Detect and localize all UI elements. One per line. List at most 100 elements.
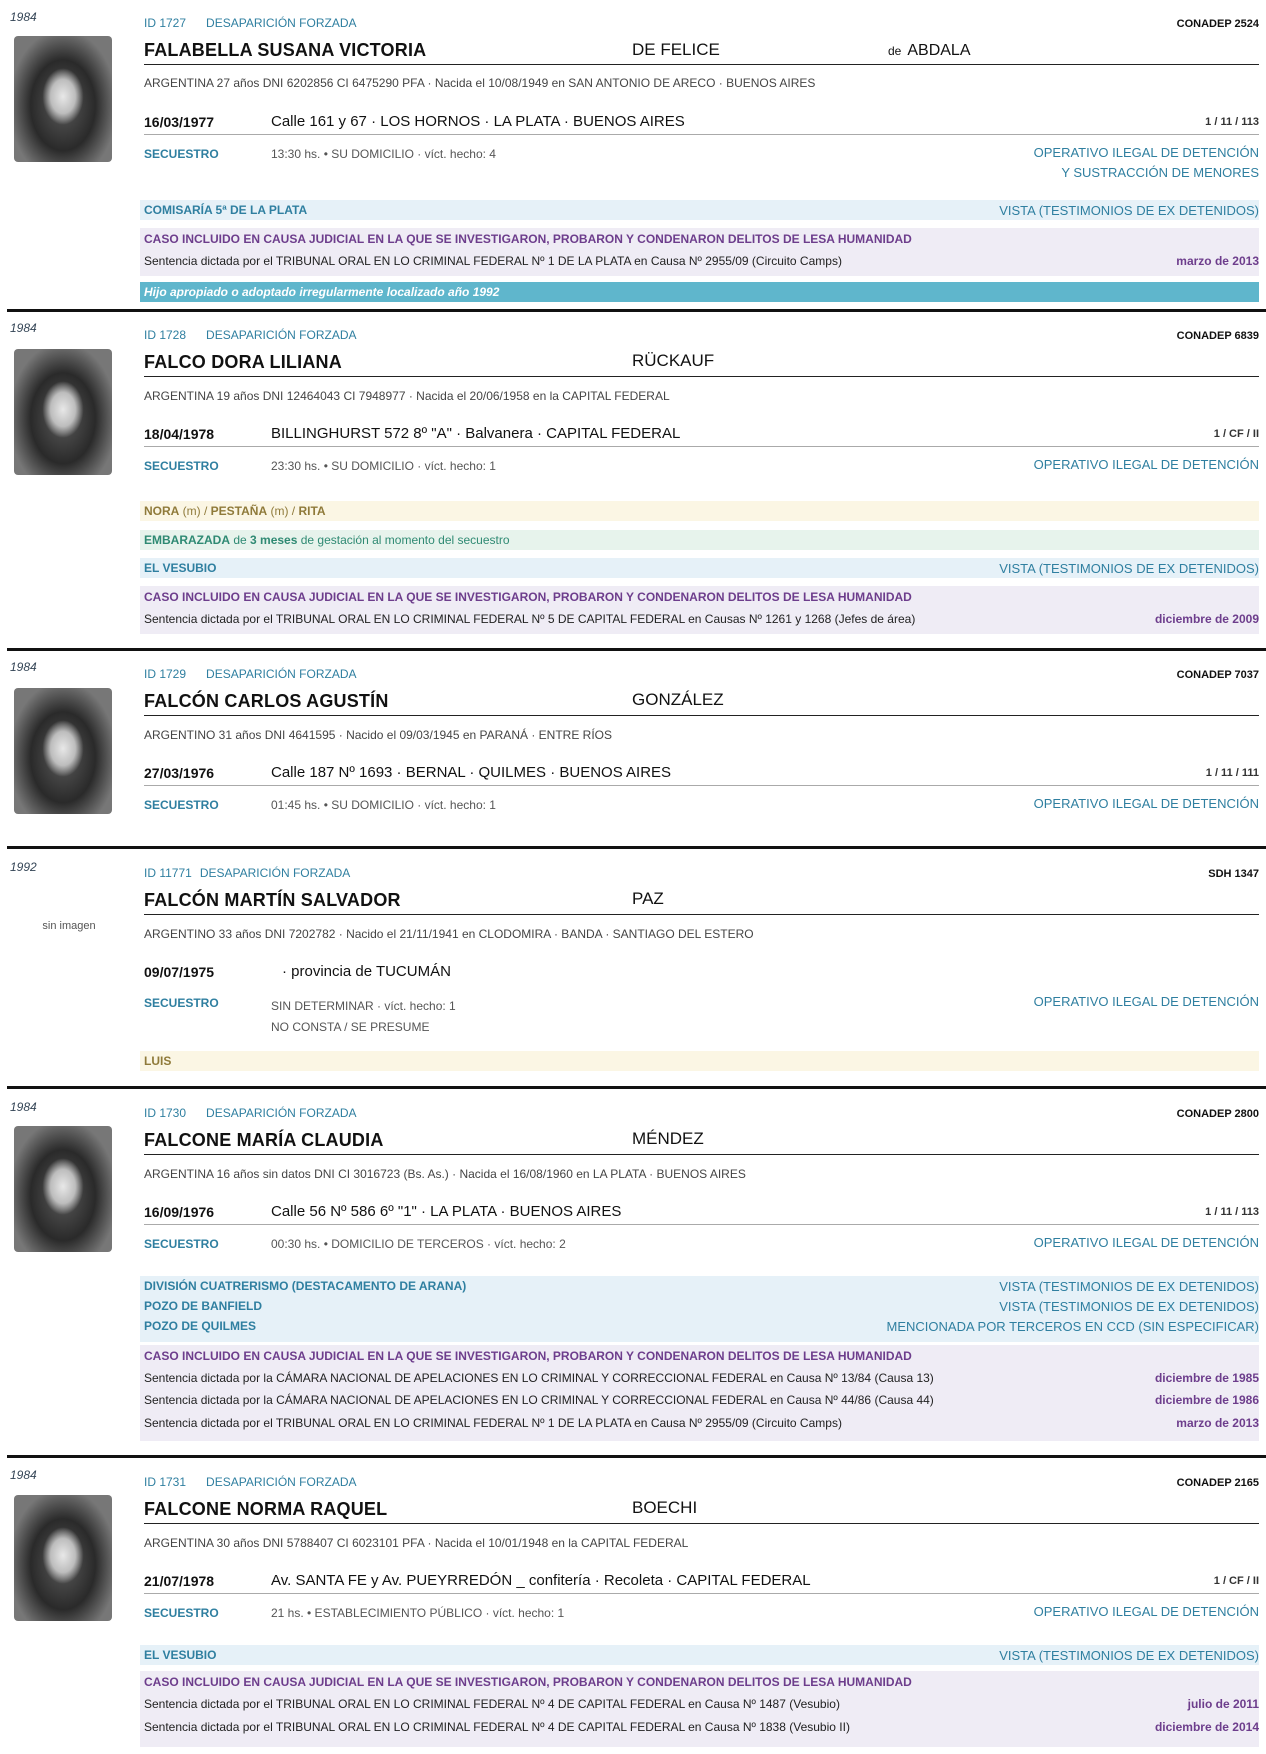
sentencia-date: diciembre de 1986	[1154, 1393, 1259, 1407]
source-ref: CONADEP 2165	[1176, 1477, 1259, 1489]
maternal-surname: MÉNDEZ	[632, 1129, 704, 1148]
record-id: ID 1728 DESAPARICIÓN FORZADA	[144, 328, 357, 342]
record-type: DESAPARICIÓN FORZADA	[206, 1106, 357, 1120]
year-label: 1984	[10, 660, 37, 674]
name-divider	[144, 1154, 1259, 1155]
address-divider	[144, 1224, 1259, 1225]
sentencia-date: diciembre de 2009	[1154, 612, 1259, 626]
sentencia-date: diciembre de 1985	[1154, 1371, 1259, 1385]
operativo-type: OPERATIVO ILEGAL DE DETENCIÓN	[1033, 796, 1259, 811]
year-label: 1984	[10, 1468, 37, 1482]
event-date: 21/07/1978	[144, 1573, 215, 1589]
alias-row: NORA (m) / PESTAÑA (m) / RITA	[140, 501, 1259, 521]
sentencia-text: Sentencia dictada por el TRIBUNAL ORAL E…	[144, 1416, 842, 1430]
operativo-type: OPERATIVO ILEGAL DE DETENCIÓN	[1033, 994, 1259, 1009]
ccd-status: VISTA (TESTIMONIOS DE EX DETENIDOS)	[999, 561, 1259, 576]
source-ref: CONADEP 2800	[1176, 1108, 1259, 1120]
source-ref: CONADEP 6839	[1176, 330, 1259, 342]
ccd-name: EL VESUBIO	[144, 561, 217, 575]
operativo-type: OPERATIVO ILEGAL DE DETENCIÓN Y SUSTRACCI…	[1033, 145, 1259, 180]
secuestro-detail: 00:30 hs. • DOMICILIO DE TERCEROS · víct…	[271, 1237, 566, 1251]
event-address: Calle 161 y 67 · LOS HORNOS · LA PLATA ·…	[271, 113, 685, 130]
name-divider	[144, 914, 1259, 915]
causa-box: CASO INCLUIDO EN CAUSA JUDICIAL EN LA QU…	[140, 228, 1259, 276]
address-divider	[144, 134, 1259, 135]
year-label: 1984	[10, 1100, 37, 1114]
pregnancy-row: EMBARAZADA de 3 meses de gestación al mo…	[140, 530, 1259, 550]
portrait-photo	[14, 36, 112, 162]
operativo-type: OPERATIVO ILEGAL DE DETENCIÓN	[1033, 1235, 1259, 1250]
record-type: DESAPARICIÓN FORZADA	[206, 1475, 357, 1489]
event-date: 18/04/1978	[144, 426, 215, 442]
ccd-name: POZO DE BANFIELD	[144, 1299, 263, 1313]
region-ref: 1 / CF / II	[1213, 428, 1259, 440]
record-id: ID 1727 DESAPARICIÓN FORZADA	[144, 16, 357, 30]
causa-box: CASO INCLUIDO EN CAUSA JUDICIAL EN LA QU…	[140, 1345, 1259, 1441]
address-divider	[144, 1593, 1259, 1594]
secuestro-label: SECUESTRO	[144, 996, 219, 1010]
person-name: FALCONE MARÍA CLAUDIA	[144, 1130, 384, 1150]
portrait-photo	[14, 1126, 112, 1252]
record-falcon-martin: 1992 sin imagen ID 11771 DESAPARICIÓN FOR…	[0, 846, 1266, 1080]
ccd-row: DIVISIÓN CUATRERISMO (DESTACAMENTO DE AR…	[140, 1276, 1259, 1342]
ccd-row: COMISARÍA 5ª DE LA PLATA VISTA (TESTIMONI…	[140, 200, 1259, 220]
record-type: DESAPARICIÓN FORZADA	[206, 328, 357, 342]
secuestro-label: SECUESTRO	[144, 1606, 219, 1620]
record-divider	[7, 1086, 1266, 1089]
maternal-surname: GONZÁLEZ	[632, 690, 724, 709]
ccd-name: POZO DE QUILMES	[144, 1319, 257, 1333]
record-type: DESAPARICIÓN FORZADA	[206, 16, 357, 30]
personal-info: ARGENTINA 16 años sin datos DNI CI 30167…	[144, 1167, 746, 1181]
event-date: 16/03/1977	[144, 114, 215, 130]
sentencia-text: Sentencia dictada por el TRIBUNAL ORAL E…	[144, 612, 916, 626]
year-label: 1992	[10, 860, 37, 874]
causa-box: CASO INCLUIDO EN CAUSA JUDICIAL EN LA QU…	[140, 1671, 1259, 1747]
ccd-row: EL VESUBIO VISTA (TESTIMONIOS DE EX DETEN…	[140, 1645, 1259, 1665]
personal-info: ARGENTINO 31 años DNI 4641595 · Nacido e…	[144, 728, 612, 742]
record-type: DESAPARICIÓN FORZADA	[199, 866, 351, 880]
personal-info: ARGENTINA 19 años DNI 12464043 CI 794897…	[144, 389, 670, 403]
region-ref: 1 / 11 / 113	[1205, 116, 1259, 128]
maternal-surname: DE FELICE	[632, 40, 720, 59]
no-image-label: sin imagen	[42, 920, 96, 932]
hijo-localizado-banner: Hijo apropiado o adoptado irregularmente…	[140, 282, 1259, 302]
record-falcone-maria: 1984 ID 1730 DESAPARICIÓN FORZADA CONADEP…	[0, 1086, 1266, 1452]
name-divider	[144, 715, 1259, 716]
record-falabella: 1984 ID 1727 DESAPARICIÓN FORZADA CONADEP…	[0, 0, 1266, 305]
record-falco: 1984 ID 1728 DESAPARICIÓN FORZADA CONADEP…	[0, 309, 1266, 644]
ccd-row: EL VESUBIO VISTA (TESTIMONIOS DE EX DETEN…	[140, 558, 1259, 578]
name-divider	[144, 376, 1259, 377]
name-divider	[144, 1523, 1259, 1524]
region-ref: 1 / CF / II	[1213, 1575, 1259, 1587]
address-divider	[144, 785, 1259, 786]
event-address: Calle 56 Nº 586 6º "1" · LA PLATA · BUEN…	[271, 1203, 622, 1220]
sentencia-text: Sentencia dictada por el TRIBUNAL ORAL E…	[144, 1720, 850, 1734]
maternal-surname: RÜCKAUF	[632, 351, 715, 370]
record-divider	[7, 309, 1266, 312]
secuestro-detail: 01:45 hs. • SU DOMICILIO · víct. hecho: …	[271, 798, 496, 812]
event-date: 16/09/1976	[144, 1204, 215, 1220]
maternal-surname: PAZ	[632, 889, 664, 908]
event-address: BILLINGHURST 572 8º "A" · Balvanera · CA…	[271, 425, 681, 442]
secuestro-detail: 23:30 hs. • SU DOMICILIO · víct. hecho: …	[271, 459, 496, 473]
alias-row: LUIS	[140, 1051, 1259, 1071]
sentencia-text: Sentencia dictada por el TRIBUNAL ORAL E…	[144, 254, 842, 268]
operativo-type: OPERATIVO ILEGAL DE DETENCIÓN	[1033, 1604, 1259, 1619]
secuestro-label: SECUESTRO	[144, 1237, 219, 1251]
ccd-status: VISTA (TESTIMONIOS DE EX DETENIDOS)	[999, 1299, 1259, 1314]
ccd-name: DIVISIÓN CUATRERISMO (DESTACAMENTO DE AR…	[144, 1279, 467, 1293]
personal-info: ARGENTINO 33 años DNI 7202782 · Nacido e…	[144, 927, 754, 941]
source-ref: CONADEP 7037	[1176, 669, 1259, 681]
ccd-status: VISTA (TESTIMONIOS DE EX DETENIDOS)	[999, 203, 1259, 218]
secuestro-detail: 13:30 hs. • SU DOMICILIO · víct. hecho: …	[271, 147, 496, 161]
causa-header: CASO INCLUIDO EN CAUSA JUDICIAL EN LA QU…	[144, 1349, 912, 1363]
record-divider	[7, 1455, 1266, 1458]
secuestro-label: SECUESTRO	[144, 459, 219, 473]
sentencia-date: marzo de 2013	[1176, 254, 1259, 268]
person-name: FALCONE NORMA RAQUEL	[144, 1499, 388, 1519]
portrait-photo	[14, 349, 112, 475]
causa-box: CASO INCLUIDO EN CAUSA JUDICIAL EN LA QU…	[140, 586, 1259, 634]
record-falcon-carlos: 1984 ID 1729 DESAPARICIÓN FORZADA CONADEP…	[0, 648, 1266, 844]
portrait-photo	[14, 1495, 112, 1621]
operativo-type: OPERATIVO ILEGAL DE DETENCIÓN	[1033, 457, 1259, 472]
